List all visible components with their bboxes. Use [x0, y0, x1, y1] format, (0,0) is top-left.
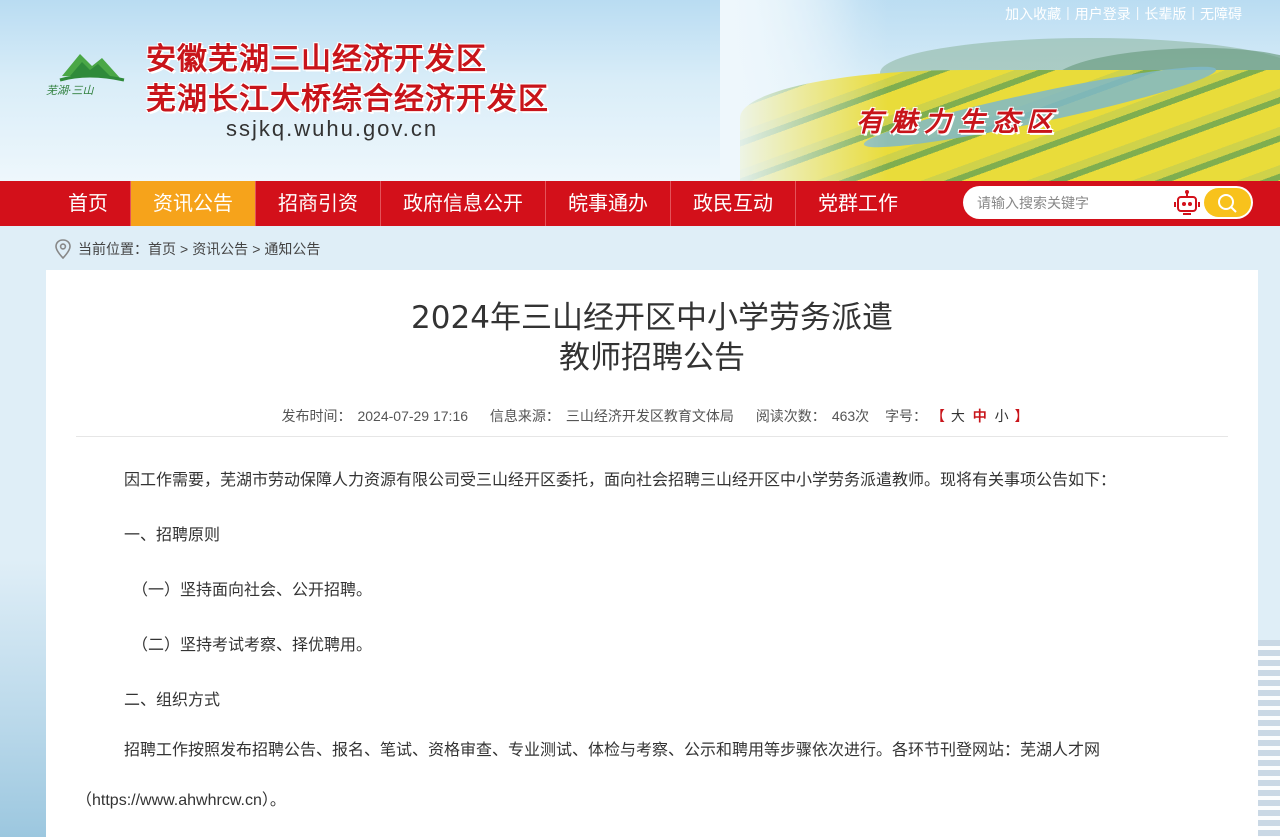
- breadcrumb-notices[interactable]: 通知公告: [264, 239, 320, 259]
- robot-icon[interactable]: [1173, 189, 1201, 216]
- published-time: 2024-07-29 17:16: [357, 408, 469, 424]
- section-heading: 一、招聘原则: [124, 527, 221, 544]
- breadcrumb-prefix: 当前位置：: [78, 241, 148, 257]
- breadcrumb-news[interactable]: 资讯公告: [192, 239, 248, 259]
- font-size-bracket: 【: [930, 408, 945, 424]
- source-value: 三山经济开发区教育文体局: [565, 408, 734, 424]
- source-label: 信息来源：: [489, 408, 560, 424]
- published-label: 发布时间：: [281, 408, 352, 424]
- search-icon: [1218, 194, 1237, 213]
- nav-item-interaction[interactable]: 政民互动: [671, 181, 796, 226]
- paragraph-process: 招聘工作按照发布招聘公告、报名、笔试、资格审查、专业测试、体检与考察、公示和聘用…: [76, 742, 1101, 809]
- font-size-label: 字号：: [885, 408, 928, 424]
- paragraph-item: （一）坚持面向社会、公开招聘。: [132, 582, 373, 599]
- article-title-line1: 2024年三山经开区中小学劳务派遣: [411, 300, 893, 336]
- breadcrumb-separator: >: [180, 241, 189, 257]
- search-box: [963, 186, 1253, 219]
- article-title-line2: 教师招聘公告: [559, 340, 745, 376]
- user-login-link[interactable]: 用户登录: [1075, 4, 1131, 24]
- views-value: 463次: [831, 408, 870, 424]
- nav-item-services[interactable]: 皖事通办: [546, 181, 671, 226]
- font-size-large[interactable]: 大: [951, 408, 965, 424]
- background-decoration: [1258, 640, 1280, 837]
- nav-item-news[interactable]: 资讯公告: [131, 181, 256, 226]
- article-panel: 2024年三山经开区中小学劳务派遣 教师招聘公告 发布时间： 2024-07-29…: [46, 270, 1258, 837]
- separator: |: [1066, 4, 1070, 20]
- font-size-medium[interactable]: 中: [973, 408, 987, 424]
- breadcrumb: 当前位置： 首页 > 资讯公告 > 通知公告: [54, 238, 320, 260]
- breadcrumb-separator: >: [252, 241, 261, 257]
- views-label: 阅读次数：: [755, 408, 826, 424]
- nav-item-investment[interactable]: 招商引资: [256, 181, 381, 226]
- header-slogan: 有魅力生态区: [856, 107, 1060, 138]
- nav-item-party[interactable]: 党群工作: [796, 181, 920, 226]
- add-favorite-link[interactable]: 加入收藏: [1005, 4, 1061, 24]
- logo-text: 芜湖·三山: [46, 84, 94, 97]
- section-heading: 二、组织方式: [124, 692, 221, 709]
- top-links: 加入收藏 | 用户登录 | 长辈版 | 无障碍: [1005, 4, 1242, 24]
- nav-item-gov-info[interactable]: 政府信息公开: [381, 181, 546, 226]
- accessibility-link[interactable]: 无障碍: [1200, 4, 1242, 24]
- divider: [76, 436, 1228, 437]
- location-pin-icon: [55, 239, 71, 259]
- header-banner-image: [720, 0, 1280, 181]
- nav-item-home[interactable]: 首页: [46, 181, 131, 226]
- site-header: 芜湖·三山 安徽芜湖三山经济开发区 芜湖长江大桥综合经济开发区 ssjkq.wu…: [0, 0, 1280, 181]
- background-decoration: [0, 560, 46, 837]
- site-name-line2: 芜湖长江大桥综合经济开发区: [146, 82, 549, 117]
- separator: |: [1135, 4, 1140, 20]
- article-title: 2024年三山经开区中小学劳务派遣 教师招聘公告: [46, 298, 1258, 378]
- search-input[interactable]: [977, 192, 1167, 213]
- site-name-line1: 安徽芜湖三山经济开发区: [146, 42, 487, 77]
- breadcrumb-home[interactable]: 首页: [148, 239, 176, 259]
- search-button[interactable]: [1204, 188, 1251, 217]
- font-size-bracket: 】: [1014, 408, 1029, 424]
- separator: |: [1191, 4, 1195, 20]
- elder-version-link[interactable]: 长辈版: [1144, 4, 1186, 24]
- article-meta: 发布时间： 2024-07-29 17:16 信息来源： 三山经济开发区教育文体局 …: [46, 406, 1258, 426]
- paragraph-intro: 因工作需要，芜湖市劳动保障人力资源有限公司受三山经开区委托，面向社会招聘三山经开…: [124, 472, 1117, 489]
- font-size-control: 字号： 【 大 中 小 】: [885, 408, 1028, 424]
- font-size-small[interactable]: 小: [995, 408, 1009, 424]
- site-domain: ssjkq.wuhu.gov.cn: [226, 116, 439, 141]
- paragraph-item: （二）坚持考试考察、择优聘用。: [132, 637, 373, 654]
